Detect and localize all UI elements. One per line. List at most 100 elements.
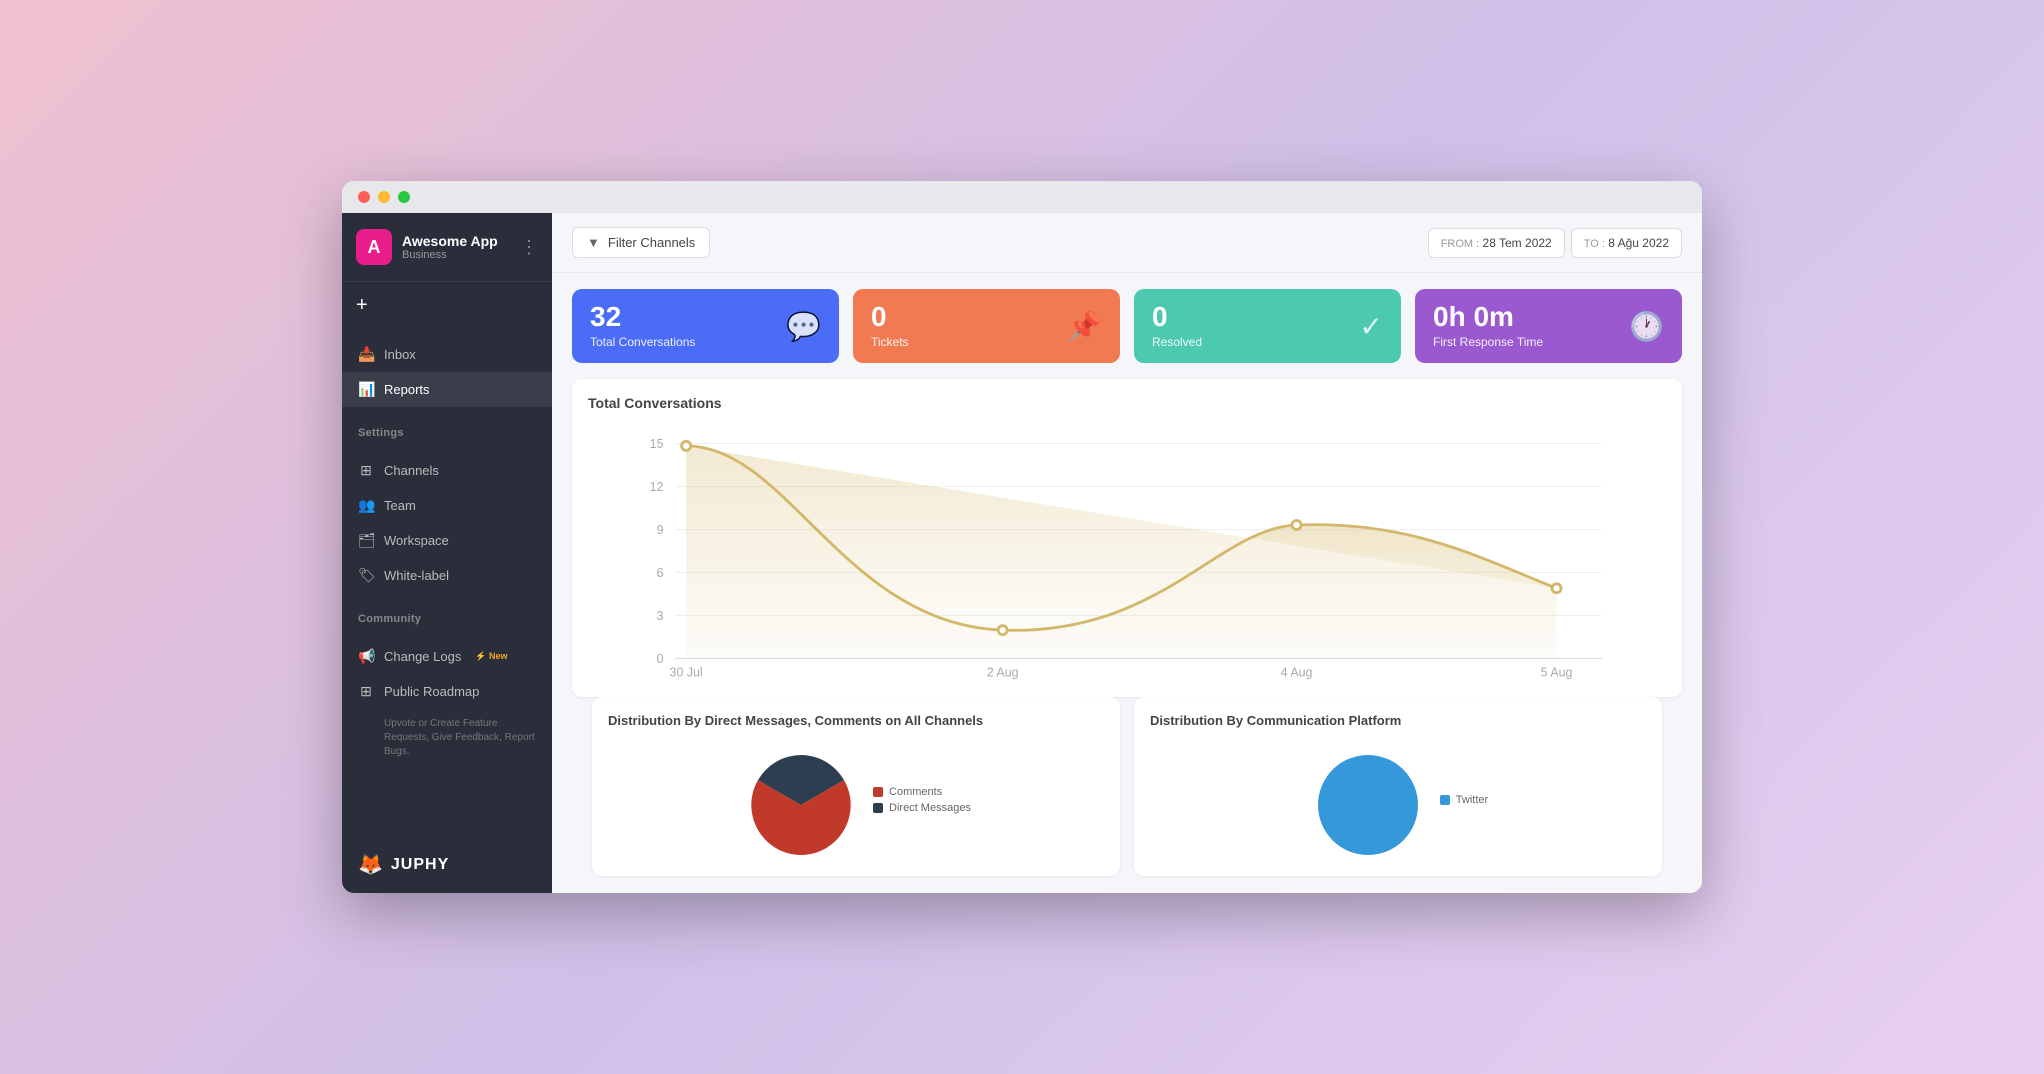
stat-value-tickets: 0 xyxy=(871,303,909,331)
data-point-3 xyxy=(1552,584,1561,593)
titlebar xyxy=(342,181,1702,213)
data-point-0 xyxy=(682,441,691,450)
bottom-charts: Distribution By Direct Messages, Comment… xyxy=(572,697,1682,892)
whitelabel-icon: 🏷 xyxy=(358,567,374,584)
app-body: A Awesome App Business ⋮ + 📥 Inbox 📊 Rep… xyxy=(342,213,1702,893)
settings-nav: ⊞ Channels 👥 Team 🗂 Workspace 🏷 White-la… xyxy=(342,445,552,601)
chart-container: Total Conversations 0 3 xyxy=(552,363,1702,893)
sidebar-item-roadmap[interactable]: ⊞ Public Roadmap xyxy=(342,674,552,709)
sidebar-label-reports: Reports xyxy=(384,382,430,397)
clock-icon: 🕐 xyxy=(1629,310,1664,343)
pie-left-container: Comments Direct Messages xyxy=(608,740,1104,860)
workspace-icon: 🗂 xyxy=(358,532,374,549)
sidebar-item-team[interactable]: 👥 Team xyxy=(342,488,552,523)
stat-value-resolved: 0 xyxy=(1152,303,1202,331)
line-chart-svg: 0 3 6 9 12 15 30 Jul 2 Aug 4 Aug 5 Aug xyxy=(588,421,1666,681)
legend-comments-color xyxy=(873,787,883,797)
from-label: FROM : xyxy=(1441,238,1480,250)
add-button[interactable]: + xyxy=(342,282,552,329)
roadmap-subtext: Upvote or Create Feature Requests, Give … xyxy=(342,717,552,769)
direct-messages-chart: Distribution By Direct Messages, Comment… xyxy=(592,697,1120,876)
team-icon: 👥 xyxy=(358,497,374,514)
stats-row: 32 Total Conversations 💬 0 Tickets 📌 0 xyxy=(552,273,1702,363)
brand-subtitle: Business xyxy=(402,249,498,261)
sidebar-label-team: Team xyxy=(384,498,416,513)
sidebar-label-whitelabel: White-label xyxy=(384,568,449,583)
stat-card-total-conversations: 32 Total Conversations 💬 xyxy=(572,289,839,363)
roadmap-icon: ⊞ xyxy=(358,683,374,700)
svg-text:6: 6 xyxy=(657,566,664,580)
reports-icon: 📊 xyxy=(358,381,374,398)
stat-content-response: 0h 0m First Response Time xyxy=(1433,303,1543,349)
from-date-button[interactable]: FROM : 28 Tem 2022 xyxy=(1428,228,1565,258)
stat-card-tickets: 0 Tickets 📌 xyxy=(853,289,1120,363)
stat-label-tickets: Tickets xyxy=(871,335,909,349)
pie-chart-right xyxy=(1308,745,1428,855)
new-badge: ⚡ New xyxy=(475,651,507,662)
sidebar-label-workspace: Workspace xyxy=(384,533,449,548)
chart-title: Total Conversations xyxy=(588,395,1666,411)
legend-dm-color xyxy=(873,803,883,813)
brand-menu-button[interactable]: ⋮ xyxy=(520,237,538,258)
svg-text:0: 0 xyxy=(657,652,664,666)
sidebar-item-reports[interactable]: 📊 Reports xyxy=(342,372,552,407)
stat-label-resolved: Resolved xyxy=(1152,335,1202,349)
sidebar-item-whitelabel[interactable]: 🏷 White-label xyxy=(342,558,552,593)
total-conversations-chart: Total Conversations 0 3 xyxy=(572,379,1682,697)
sidebar-footer: 🦊 JUPHY xyxy=(342,836,552,893)
sidebar-item-inbox[interactable]: 📥 Inbox xyxy=(342,337,552,372)
svg-text:15: 15 xyxy=(650,437,664,451)
main-content: ▼ Filter Channels FROM : 28 Tem 2022 TO … xyxy=(552,213,1702,893)
sidebar-label-roadmap: Public Roadmap xyxy=(384,684,479,699)
resolved-icon: ✓ xyxy=(1360,310,1383,343)
sidebar-item-workspace[interactable]: 🗂 Workspace xyxy=(342,523,552,558)
legend-comments-label: Comments xyxy=(889,786,942,798)
stat-label-total: Total Conversations xyxy=(590,335,695,349)
pie-chart-left xyxy=(741,745,861,855)
sidebar-label-changelogs: Change Logs xyxy=(384,649,461,664)
stat-value-total: 32 xyxy=(590,303,695,331)
legend-twitter-label: Twitter xyxy=(1456,794,1488,806)
settings-section-title: Settings xyxy=(342,415,552,445)
sidebar-item-channels[interactable]: ⊞ Channels xyxy=(342,453,552,488)
main-header: ▼ Filter Channels FROM : 28 Tem 2022 TO … xyxy=(552,213,1702,273)
svg-text:5 Aug: 5 Aug xyxy=(1541,665,1573,679)
svg-text:3: 3 xyxy=(657,609,664,623)
legend-twitter-color xyxy=(1440,795,1450,805)
to-date-value: 8 Ağu 2022 xyxy=(1608,236,1669,250)
sidebar-item-changelogs[interactable]: 📢 Change Logs ⚡ New xyxy=(342,639,552,674)
maximize-dot[interactable] xyxy=(398,191,410,203)
conversations-icon: 💬 xyxy=(786,310,821,343)
filter-label: Filter Channels xyxy=(608,235,695,250)
communication-platform-chart: Distribution By Communication Platform T… xyxy=(1134,697,1662,876)
to-date-button[interactable]: TO : 8 Ağu 2022 xyxy=(1571,228,1682,258)
brand-avatar: A xyxy=(356,229,392,265)
stat-label-response: First Response Time xyxy=(1433,335,1543,349)
community-nav: 📢 Change Logs ⚡ New ⊞ Public Roadmap xyxy=(342,631,552,717)
svg-text:12: 12 xyxy=(650,480,664,494)
juphy-logo-icon: 🦊 xyxy=(358,852,383,877)
direct-messages-title: Distribution By Direct Messages, Comment… xyxy=(608,713,1104,728)
stat-content-resolved: 0 Resolved xyxy=(1152,303,1202,349)
community-section-title: Community xyxy=(342,601,552,631)
to-label: TO : xyxy=(1584,238,1605,250)
svg-text:2 Aug: 2 Aug xyxy=(987,665,1019,679)
filter-icon: ▼ xyxy=(587,235,600,250)
stat-value-response: 0h 0m xyxy=(1433,303,1543,331)
minimize-dot[interactable] xyxy=(378,191,390,203)
brand-text: Awesome App Business xyxy=(402,233,498,261)
filter-channels-button[interactable]: ▼ Filter Channels xyxy=(572,227,710,258)
from-date-value: 28 Tem 2022 xyxy=(1483,236,1552,250)
close-dot[interactable] xyxy=(358,191,370,203)
data-point-2 xyxy=(1292,520,1301,529)
changelogs-icon: 📢 xyxy=(358,648,374,665)
sidebar-label-channels: Channels xyxy=(384,463,439,478)
tickets-icon: 📌 xyxy=(1067,310,1102,343)
svg-text:30 Jul: 30 Jul xyxy=(670,665,703,679)
communication-platform-title: Distribution By Communication Platform xyxy=(1150,713,1646,728)
svg-text:4 Aug: 4 Aug xyxy=(1281,665,1313,679)
data-point-1 xyxy=(998,626,1007,635)
stat-content-left: 32 Total Conversations xyxy=(590,303,695,349)
pie-right-container: Twitter xyxy=(1150,740,1646,860)
sidebar-nav: 📥 Inbox 📊 Reports xyxy=(342,329,552,415)
